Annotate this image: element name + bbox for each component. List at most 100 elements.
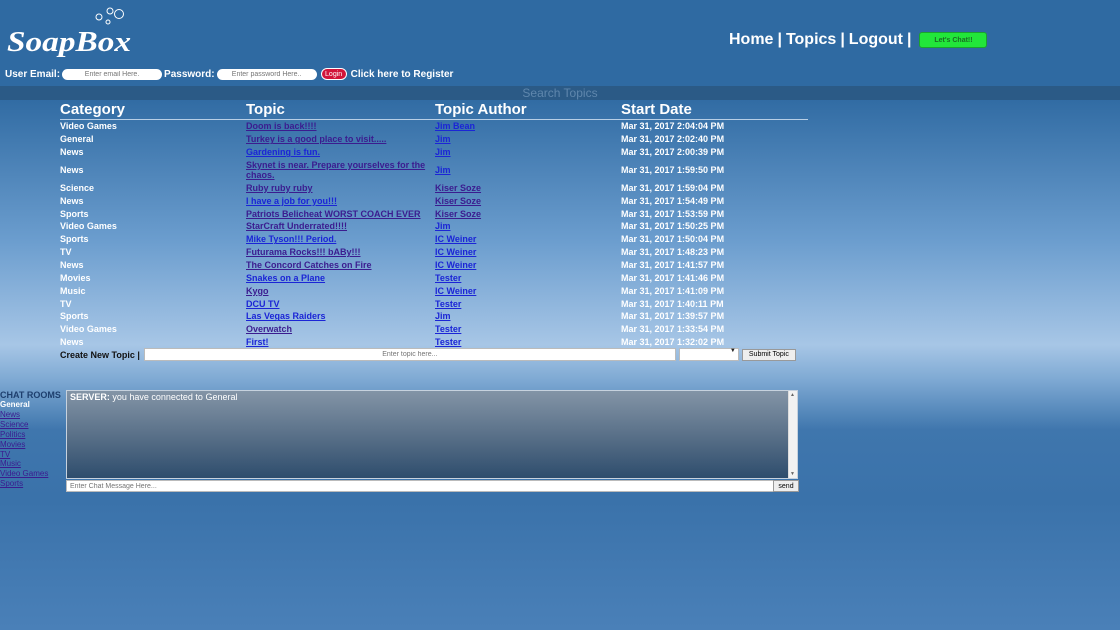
topic-link[interactable]: StarCraft Underrated!!!! [246,221,347,231]
author-link[interactable]: Tester [435,273,461,283]
topic-link[interactable]: The Concord Catches on Fire [246,260,372,270]
scroll-up-icon[interactable]: ▲ [790,392,795,398]
author-link[interactable]: IC Weiner [435,260,476,270]
cell-author: IC Weiner [435,260,621,270]
bubble-icon [114,9,124,19]
author-link[interactable]: Jim [435,311,451,321]
topic-link[interactable]: Gardening is fun. [246,147,320,157]
cell-date: Mar 31, 2017 1:54:49 PM [621,195,725,206]
author-link[interactable]: Jim [435,165,451,175]
column-header-date[interactable]: Start Date [621,101,808,119]
chat-message-input[interactable] [66,480,776,492]
cell-category: Video Games [60,221,117,232]
cell-date: Mar 31, 2017 1:50:04 PM [621,234,725,245]
cell-topic: Overwatch [246,324,435,334]
topic-link[interactable]: Patriots Belicheat WORST COACH EVER [246,209,421,219]
scroll-down-icon[interactable]: ▼ [790,471,795,477]
author-link[interactable]: IC Weiner [435,234,476,244]
author-link[interactable]: Kiser Soze [435,209,481,219]
chat-room-link[interactable]: TV [0,450,66,460]
topic-link[interactable]: Ruby ruby ruby [246,183,313,193]
cell-author: Tester [435,324,621,334]
nav-logout-link[interactable]: Logout [849,31,903,49]
author-link[interactable]: IC Weiner [435,247,476,257]
cell-author: IC Weiner [435,286,621,296]
topic-link[interactable]: Las Vegas Raiders [246,311,326,321]
send-button[interactable]: send [773,480,799,492]
cell-date: Mar 31, 2017 1:41:57 PM [621,260,725,271]
author-link[interactable]: Tester [435,337,461,347]
create-topic-label: Create New Topic | [60,349,140,360]
table-row: Movies Snakes on a Plane Tester Mar 31, 201… [60,271,808,284]
column-header-author[interactable]: Topic Author [435,101,621,119]
nav-topics-link[interactable]: Topics [786,31,836,49]
author-link[interactable]: Jim [435,147,451,157]
author-link[interactable]: Tester [435,299,461,309]
topic-link[interactable]: Turkey is a good place to visit..... [246,134,386,144]
table-header: Category Topic Topic Author Start Date [60,101,808,120]
topic-link[interactable]: Kygo [246,286,269,296]
topic-link[interactable]: Mike Tyson!!! Period. [246,234,336,244]
author-link[interactable]: Tester [435,324,461,334]
cell-author: Kiser Soze [435,183,621,193]
author-link[interactable]: Jim [435,134,451,144]
topic-link[interactable]: I have a job for you!!! [246,196,337,206]
author-link[interactable]: Jim Bean [435,121,475,131]
bubble-icon [106,7,114,15]
nav-separator: | [777,31,782,48]
table-row: News I have a job for you!!! Kiser Soze Mar… [60,194,808,207]
nav-home-link[interactable]: Home [729,31,773,49]
cell-date: Mar 31, 2017 2:02:40 PM [621,134,725,145]
submit-topic-button[interactable]: Submit Topic [741,348,796,361]
chat-room-link[interactable]: Politics [0,430,66,440]
message-sender: SERVER: [70,392,110,402]
chat-scrollbar[interactable]: ▲ ▼ [788,391,797,478]
login-button[interactable]: Login [320,68,347,80]
table-row: Science Ruby ruby ruby Kiser Soze Mar 31, 2… [60,182,808,195]
lets-chat-button[interactable]: Let's Chat!! [919,32,988,48]
cell-category: Science [60,182,95,193]
email-field[interactable] [62,68,163,80]
chat-room-link[interactable]: News [0,410,66,420]
chat-room-link[interactable]: Science [0,420,66,430]
cell-topic: Kygo [246,286,435,296]
chat-room-link[interactable]: Sports [0,479,66,489]
topics-table: Category Topic Topic Author Start Date V… [60,101,808,349]
cell-date: Mar 31, 2017 1:33:54 PM [621,324,725,335]
cell-topic: Patriots Belicheat WORST COACH EVER [246,209,435,219]
column-header-category[interactable]: Category [60,101,246,119]
cell-topic: First! [246,337,435,347]
author-link[interactable]: Kiser Soze [435,183,481,193]
chat-room-link[interactable]: Movies [0,440,66,450]
cell-topic: Futurama Rocks!!! bABy!!! [246,247,435,257]
topic-link[interactable]: DCU TV [246,299,280,309]
cell-topic: Ruby ruby ruby [246,183,435,193]
topic-link[interactable]: Futurama Rocks!!! bABy!!! [246,247,361,257]
password-field[interactable] [216,68,317,80]
table-row: Sports Las Vegas Raiders Jim Mar 31, 2017 1… [60,310,808,323]
author-link[interactable]: IC Weiner [435,286,476,296]
column-header-topic[interactable]: Topic [246,101,435,119]
chat-room-link[interactable]: Music [0,459,66,469]
cell-category: News [60,195,84,206]
topic-link[interactable]: Skynet is near. Prepare yourselves for t… [246,160,425,180]
table-row: Video Games Overwatch Tester Mar 31, 2017 1… [60,323,808,336]
topic-link[interactable]: First! [246,337,269,347]
chat-log[interactable]: SERVER: you have connected to General ▲ … [66,390,798,479]
table-row: News The Concord Catches on Fire IC Weiner… [60,259,808,272]
login-form: User Email: Password: Login Click here t… [5,67,453,81]
topic-link[interactable]: Overwatch [246,324,292,334]
author-link[interactable]: Jim [435,221,451,231]
topic-link[interactable]: Doom is back!!!! [246,121,317,131]
chat-room-link[interactable]: Video Games [0,469,66,479]
register-link[interactable]: Click here to Register [351,69,454,80]
category-select[interactable]: ▼ [678,348,739,361]
topic-link[interactable]: Snakes on a Plane [246,273,325,283]
chat-room-link[interactable]: General [0,400,66,410]
cell-category: Music [60,285,86,296]
topic-input[interactable] [143,348,676,361]
cell-topic: Turkey is a good place to visit..... [246,134,435,144]
cell-category: Movies [60,272,91,283]
search-topics-input[interactable]: Search Topics [0,86,1120,100]
author-link[interactable]: Kiser Soze [435,196,481,206]
